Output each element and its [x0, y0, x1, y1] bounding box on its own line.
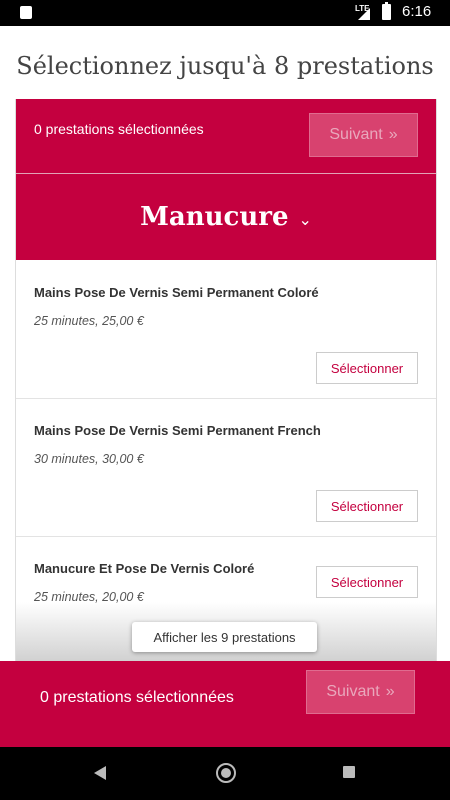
- page-title: Sélectionnez jusqu'à 8 prestations: [16, 52, 434, 80]
- chevron-down-icon: ⌄: [298, 212, 312, 229]
- double-chevron-right-icon: »: [385, 683, 395, 700]
- category-title: Manucure: [140, 202, 289, 232]
- double-chevron-right-icon: »: [388, 126, 398, 143]
- select-button[interactable]: Sélectionner: [316, 490, 418, 522]
- next-label: Suivant: [329, 126, 383, 143]
- selection-count: 0 prestations sélectionnées: [34, 121, 204, 137]
- battery-icon: [382, 2, 391, 20]
- sd-card-icon: [20, 6, 32, 19]
- home-icon[interactable]: [216, 763, 236, 783]
- bottom-selection-count: 0 prestations sélectionnées: [40, 689, 234, 706]
- service-name: Mains Pose De Vernis Semi Permanent Colo…: [34, 285, 319, 300]
- android-nav-bar: [0, 747, 450, 800]
- recent-apps-icon[interactable]: [343, 766, 355, 778]
- next-label: Suivant: [326, 683, 380, 700]
- service-item: Mains Pose De Vernis Semi Permanent Fren…: [16, 399, 436, 537]
- bottom-next-button[interactable]: Suivant »: [306, 670, 415, 714]
- selection-bar: 0 prestations sélectionnées Suivant »: [16, 99, 436, 173]
- select-button[interactable]: Sélectionner: [316, 566, 418, 598]
- bottom-selection-bar: 0 prestations sélectionnées Suivant »: [0, 661, 450, 747]
- category-header-manucure[interactable]: Manucure ⌄: [16, 174, 436, 260]
- select-button[interactable]: Sélectionner: [316, 352, 418, 384]
- back-icon[interactable]: [94, 766, 106, 780]
- service-meta: 25 minutes, 25,00 €: [34, 314, 144, 328]
- show-all-services-button[interactable]: Afficher les 9 prestations: [132, 622, 317, 652]
- service-name: Manucure Et Pose De Vernis Coloré: [34, 561, 255, 576]
- service-item: Mains Pose De Vernis Semi Permanent Colo…: [16, 261, 436, 399]
- service-meta: 30 minutes, 30,00 €: [34, 452, 144, 466]
- next-button[interactable]: Suivant »: [309, 113, 418, 157]
- status-bar: LTE 6:16: [0, 0, 450, 26]
- service-name: Mains Pose De Vernis Semi Permanent Fren…: [34, 423, 321, 438]
- signal-icon: [358, 8, 370, 20]
- clock: 6:16: [402, 3, 432, 20]
